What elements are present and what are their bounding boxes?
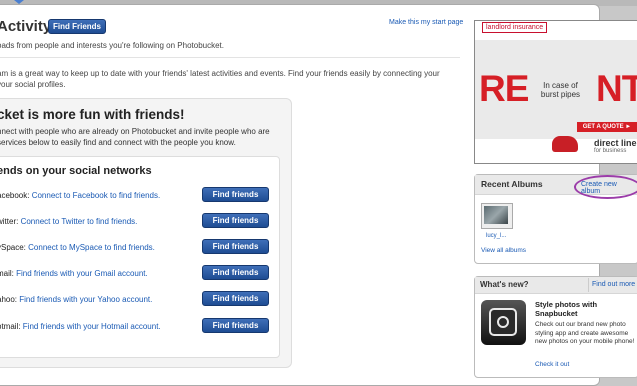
network-name: otmail: (0, 322, 21, 331)
network-name: witter: (0, 217, 19, 226)
network-row-gmail: mail: Find friends with your Gmail accou… (0, 269, 148, 278)
camera-lens-icon (497, 316, 509, 328)
intro-line-2: your social profiles. (0, 80, 66, 89)
network-name: acebook: (0, 191, 30, 200)
network-name: ySpace: (0, 243, 26, 252)
network-row-yahoo: ahoo: Find friends with your Yahoo accou… (0, 295, 152, 304)
network-row-twitter: witter: Connect to Twitter to find frien… (0, 217, 137, 226)
activity-intro: am is a great way to keep up to date wit… (0, 68, 452, 90)
network-name: ahoo: (0, 295, 18, 304)
find-friends-yahoo-button[interactable]: Find friends (202, 291, 269, 306)
highlight-circle (574, 175, 637, 199)
network-connect-link[interactable]: Find friends with your Gmail account. (16, 269, 148, 278)
find-friends-hotmail-button[interactable]: Find friends (202, 318, 269, 333)
network-row-facebook: acebook: Connect to Facebook to find fri… (0, 191, 160, 200)
promo-line-1: nnect with people who are already on Pho… (0, 127, 270, 136)
find-friends-facebook-button[interactable]: Find friends (202, 187, 269, 202)
network-name: mail: (0, 269, 14, 278)
network-connect-link[interactable]: Find friends with your Hotmail account. (23, 322, 161, 331)
intro-line-1: am is a great way to keep up to date wit… (0, 69, 440, 78)
get-quote-button[interactable]: GET A QUOTE ► (577, 122, 637, 132)
network-connect-link[interactable]: Connect to Twitter to find friends. (21, 217, 138, 226)
ad-logo-subtext: for business (594, 148, 627, 154)
find-out-more-link[interactable]: Find out more (592, 281, 635, 288)
network-row-hotmail: otmail: Find friends with your Hotmail a… (0, 322, 161, 331)
network-row-myspace: ySpace: Connect to MySpace to find frien… (0, 243, 155, 252)
promo-line-2: services below to easily find and connec… (0, 138, 236, 147)
ad-tagline: In case of burst pipes (540, 81, 581, 99)
check-it-out-link[interactable]: Check it out (535, 361, 569, 368)
make-start-page-link[interactable]: Make this my start page (389, 19, 463, 26)
album-photo (484, 206, 508, 224)
find-friends-gmail-button[interactable]: Find friends (202, 265, 269, 280)
network-connect-link[interactable]: Connect to Facebook to find friends. (32, 191, 161, 200)
view-all-albums-link[interactable]: View all albums (481, 247, 526, 254)
red-phone-car-icon (552, 136, 578, 152)
social-networks-heading: ends on your social networks (0, 165, 152, 177)
ad-brand-tag: landlord insurance (482, 22, 548, 33)
snapbucket-heading: Style photos with Snapbucket (535, 300, 598, 318)
album-name-link[interactable]: lucy_l... (486, 233, 506, 239)
divider (0, 57, 460, 58)
network-connect-link[interactable]: Connect to MySpace to find friends. (28, 243, 155, 252)
header-separator (588, 278, 589, 292)
promo-description: nnect with people who are already on Pho… (0, 126, 277, 148)
promo-heading: cket is more fun with friends! (0, 107, 185, 122)
ad-logo-text: direct line (594, 138, 637, 148)
page-title: Activity (0, 18, 52, 35)
activity-subtitle: oads from people and interests you're fo… (0, 41, 224, 50)
find-friends-twitter-button[interactable]: Find friends (202, 213, 269, 228)
find-friends-button[interactable]: Find Friends (48, 19, 106, 34)
snapbucket-description: Check out our brand new photo styling ap… (535, 321, 635, 345)
network-connect-link[interactable]: Find friends with your Yahoo account. (19, 295, 152, 304)
whats-new-title: What's new? (480, 280, 529, 289)
ad-headline-left: RE (479, 68, 529, 109)
recent-albums-title: Recent Albums (481, 179, 543, 189)
find-friends-myspace-button[interactable]: Find friends (202, 239, 269, 254)
ad-headline-right: NT (596, 68, 637, 109)
